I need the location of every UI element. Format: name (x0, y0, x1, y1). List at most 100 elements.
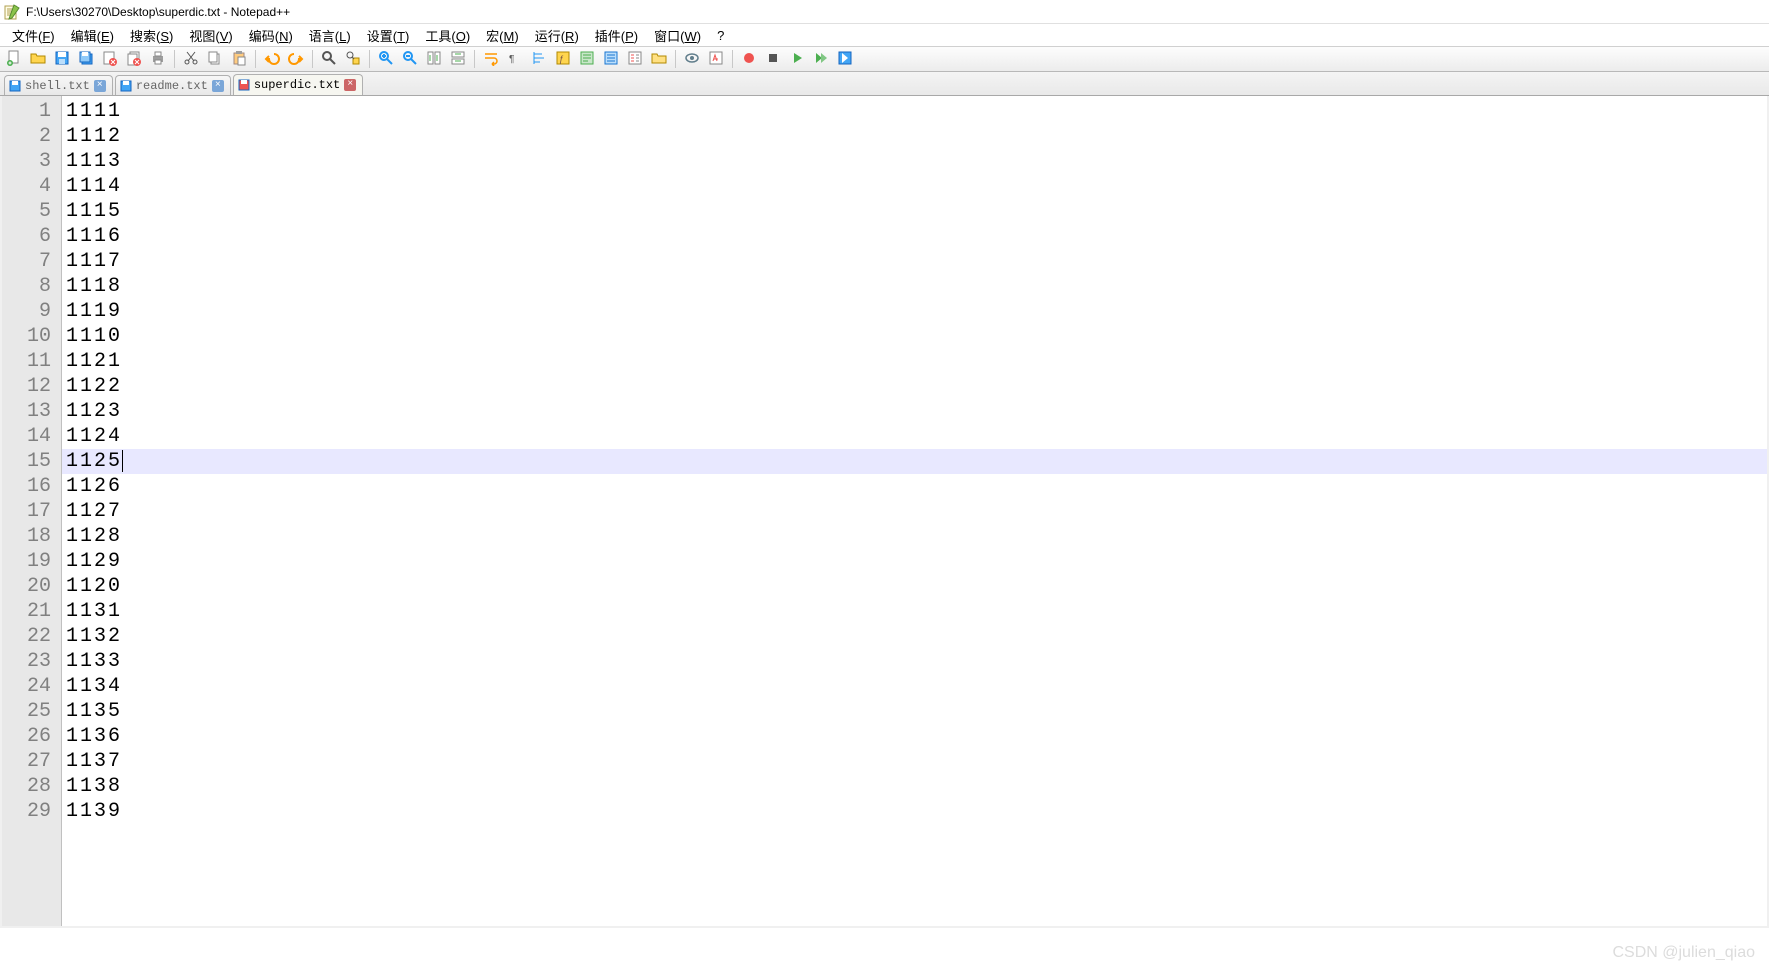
text-line[interactable]: 1127 (66, 499, 1767, 524)
tool-find[interactable] (318, 48, 340, 70)
menu-v[interactable]: 视图(V) (181, 25, 240, 46)
close-icon (102, 50, 118, 69)
tool-sync-v[interactable] (423, 48, 445, 70)
text-line[interactable]: 1136 (66, 724, 1767, 749)
text-line[interactable]: 1124 (66, 424, 1767, 449)
tab-close-icon[interactable]: × (94, 80, 106, 92)
text-line[interactable]: 1131 (66, 599, 1767, 624)
text-line[interactable]: 1125 (62, 449, 1767, 474)
tool-indent-guide[interactable] (528, 48, 550, 70)
text-line[interactable]: 1111 (66, 99, 1767, 124)
tool-func-list[interactable] (624, 48, 646, 70)
word-wrap-icon (483, 50, 499, 69)
line-number: 3 (2, 149, 51, 174)
menu-n[interactable]: 编码(N) (241, 25, 301, 46)
tool-copy[interactable] (204, 48, 226, 70)
tool-paste[interactable] (228, 48, 250, 70)
tool-save[interactable] (51, 48, 73, 70)
text-line[interactable]: 1137 (66, 749, 1767, 774)
tool-new[interactable] (3, 48, 25, 70)
editor[interactable]: 1234567891011121314151617181920212223242… (2, 96, 1767, 926)
tool-spell[interactable] (705, 48, 727, 70)
tool-record-macro[interactable] (738, 48, 760, 70)
text-line[interactable]: 1115 (66, 199, 1767, 224)
tool-zoom-in[interactable] (375, 48, 397, 70)
tool-folder[interactable] (648, 48, 670, 70)
toolbar-separator (174, 50, 175, 68)
text-line[interactable]: 1113 (66, 149, 1767, 174)
tool-cut[interactable] (180, 48, 202, 70)
text-line[interactable]: 1134 (66, 674, 1767, 699)
tool-replace[interactable] (342, 48, 364, 70)
text-line[interactable]: 1121 (66, 349, 1767, 374)
text-line[interactable]: 1112 (66, 124, 1767, 149)
menu-s[interactable]: 搜索(S) (122, 25, 181, 46)
text-line[interactable]: 1128 (66, 524, 1767, 549)
tab-superdic-txt[interactable]: superdic.txt× (233, 74, 363, 95)
menu-e[interactable]: 编辑(E) (63, 25, 122, 46)
tool-doc-list[interactable] (600, 48, 622, 70)
tool-save-all[interactable] (75, 48, 97, 70)
tool-redo[interactable] (285, 48, 307, 70)
text-line[interactable]: 1120 (66, 574, 1767, 599)
disk-icon (9, 80, 21, 92)
tool-word-wrap[interactable] (480, 48, 502, 70)
tool-play-multi[interactable] (810, 48, 832, 70)
tool-print[interactable] (147, 48, 169, 70)
tool-close-all[interactable] (123, 48, 145, 70)
copy-icon (207, 50, 223, 69)
text-line[interactable]: 1123 (66, 399, 1767, 424)
text-line[interactable]: 1133 (66, 649, 1767, 674)
text-line[interactable]: 1122 (66, 374, 1767, 399)
text-line[interactable]: 1119 (66, 299, 1767, 324)
menu-p[interactable]: 插件(P) (587, 25, 646, 46)
save-macro-icon (837, 50, 853, 69)
text-area[interactable]: 1111111211131114111511161117111811191110… (62, 96, 1767, 926)
menu-t[interactable]: 设置(T) (359, 25, 418, 46)
menu-l[interactable]: 语言(L) (301, 25, 359, 46)
caret (122, 450, 123, 472)
text-line[interactable]: 1110 (66, 324, 1767, 349)
tool-show-all[interactable]: ¶ (504, 48, 526, 70)
tool-doc-map[interactable] (576, 48, 598, 70)
text-line[interactable]: 1132 (66, 624, 1767, 649)
text-line[interactable]: 1139 (66, 799, 1767, 824)
tool-stop-macro[interactable] (762, 48, 784, 70)
line-number: 14 (2, 424, 51, 449)
menu-r[interactable]: 运行(R) (527, 25, 587, 46)
text-line[interactable]: 1126 (66, 474, 1767, 499)
tool-close[interactable] (99, 48, 121, 70)
menu-help[interactable]: ? (709, 27, 732, 44)
tool-undo[interactable] (261, 48, 283, 70)
text-line[interactable]: 1116 (66, 224, 1767, 249)
tool-open[interactable] (27, 48, 49, 70)
text-line[interactable]: 1114 (66, 174, 1767, 199)
tool-save-macro[interactable] (834, 48, 856, 70)
tab-shell-txt[interactable]: shell.txt× (4, 75, 113, 95)
func-list-icon (627, 50, 643, 69)
line-number: 7 (2, 249, 51, 274)
tab-bar: shell.txt×readme.txt×superdic.txt× (0, 72, 1769, 96)
tool-udf[interactable]: ƒ (552, 48, 574, 70)
tab-close-icon[interactable]: × (344, 79, 356, 91)
tool-sync-h[interactable] (447, 48, 469, 70)
text-line[interactable]: 1138 (66, 774, 1767, 799)
menu-o[interactable]: 工具(O) (417, 25, 478, 46)
text-line[interactable]: 1117 (66, 249, 1767, 274)
tool-zoom-out[interactable] (399, 48, 421, 70)
text-line[interactable]: 1118 (66, 274, 1767, 299)
text-line[interactable]: 1129 (66, 549, 1767, 574)
menu-f[interactable]: 文件(F) (4, 25, 63, 46)
show-all-icon: ¶ (507, 50, 523, 69)
tab-readme-txt[interactable]: readme.txt× (115, 75, 231, 95)
line-number: 13 (2, 399, 51, 424)
menu-m[interactable]: 宏(M) (478, 25, 527, 46)
line-number: 26 (2, 724, 51, 749)
text-line[interactable]: 1135 (66, 699, 1767, 724)
tab-close-icon[interactable]: × (212, 80, 224, 92)
tool-play-macro[interactable] (786, 48, 808, 70)
line-number: 23 (2, 649, 51, 674)
menu-w[interactable]: 窗口(W) (646, 25, 709, 46)
watermark: CSDN @julien_qiao (1612, 944, 1755, 962)
tool-monitor[interactable] (681, 48, 703, 70)
